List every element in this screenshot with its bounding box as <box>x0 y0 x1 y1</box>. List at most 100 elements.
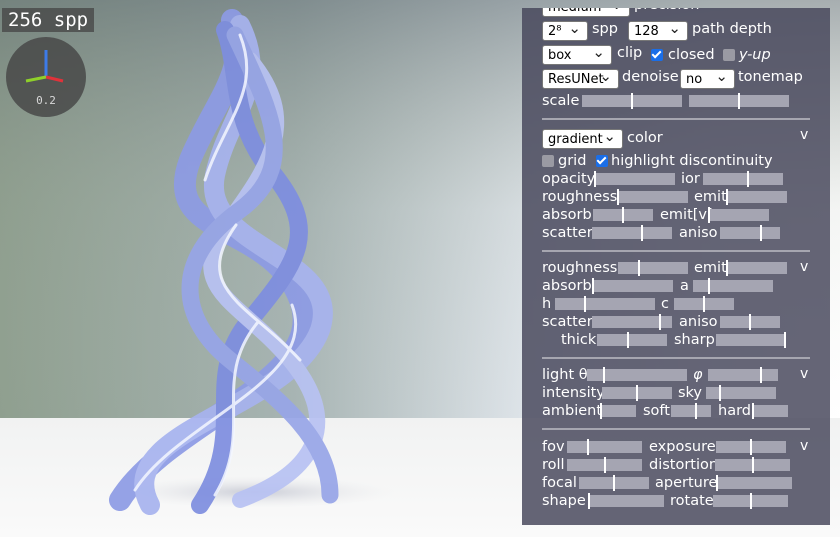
shape-slider[interactable] <box>588 493 664 509</box>
precision-select[interactable]: medium <box>542 8 630 17</box>
clip-label: clip <box>617 45 643 61</box>
light-section-collapse[interactable]: v <box>800 366 808 382</box>
material-absorb-slider[interactable] <box>592 278 673 294</box>
slider-thumb[interactable] <box>694 403 697 419</box>
exposure-slider[interactable] <box>716 439 786 455</box>
sharp-label: sharp <box>674 332 715 348</box>
slider-thumb[interactable] <box>613 475 615 491</box>
slider-thumb[interactable] <box>749 493 752 509</box>
scale-slider-2[interactable] <box>689 93 789 109</box>
material-scatter-slider[interactable] <box>592 314 672 330</box>
slider-thumb[interactable] <box>603 457 606 473</box>
emit-slider[interactable] <box>726 189 787 205</box>
color-label: color <box>627 130 663 146</box>
slider-thumb[interactable] <box>746 171 749 187</box>
slider-thumb[interactable] <box>622 207 624 223</box>
axis-gizmo[interactable]: 0.2 <box>6 37 86 117</box>
sky-slider[interactable] <box>706 385 776 401</box>
soft-label: soft <box>643 403 670 419</box>
slider-thumb[interactable] <box>584 296 586 312</box>
slider-thumb[interactable] <box>783 332 786 348</box>
color-section-collapse[interactable]: v <box>800 127 808 143</box>
material-section-collapse[interactable]: v <box>800 259 808 275</box>
aperture-slider[interactable] <box>716 475 792 491</box>
closed-checkbox[interactable] <box>651 49 663 61</box>
thick-slider[interactable] <box>597 332 667 348</box>
slider-thumb[interactable] <box>638 260 640 276</box>
a-slider[interactable] <box>693 278 773 294</box>
divider <box>542 118 810 120</box>
slider-thumb[interactable] <box>587 439 589 455</box>
material-roughness-slider[interactable] <box>618 260 688 276</box>
soft-slider[interactable] <box>671 403 711 419</box>
light-theta-slider[interactable] <box>587 367 687 383</box>
y-up-checkbox[interactable] <box>723 49 735 61</box>
material-aniso-slider[interactable] <box>720 314 780 330</box>
h-slider[interactable] <box>555 296 655 312</box>
slider-thumb[interactable] <box>719 385 721 401</box>
absorb-slider[interactable] <box>593 207 653 223</box>
slider-thumb[interactable] <box>626 332 629 348</box>
rotate-slider[interactable] <box>713 493 788 509</box>
slider-thumb[interactable] <box>594 171 596 187</box>
distortion-slider[interactable] <box>715 457 790 473</box>
hard-slider[interactable] <box>752 403 788 419</box>
hard-label: hard <box>718 403 751 419</box>
phi-slider[interactable] <box>708 367 778 383</box>
divider <box>542 357 810 359</box>
slider-thumb[interactable] <box>703 296 705 312</box>
slider-thumb[interactable] <box>716 475 718 491</box>
slider-thumb[interactable] <box>631 93 633 109</box>
slider-thumb[interactable] <box>659 314 661 330</box>
grid-checkbox[interactable] <box>542 155 554 167</box>
path-depth-select[interactable]: 128 <box>628 18 688 41</box>
highlight-discontinuity-checkbox[interactable] <box>596 155 608 167</box>
scale-slider-1[interactable] <box>582 93 682 109</box>
slider-thumb[interactable] <box>749 314 751 330</box>
slider-thumb[interactable] <box>636 385 638 401</box>
emit-v-slider[interactable] <box>708 207 769 223</box>
camera-section-collapse[interactable]: v <box>800 438 808 454</box>
grid-label: grid <box>558 153 587 169</box>
light-theta-label: light θ <box>542 367 588 383</box>
aniso-slider[interactable] <box>720 225 780 241</box>
slider-thumb[interactable] <box>708 207 710 223</box>
slider-thumb[interactable] <box>760 367 763 383</box>
scatter-slider[interactable] <box>592 225 672 241</box>
tonemap-select[interactable]: no <box>680 66 735 89</box>
spp-select[interactable]: 2⁸ <box>542 18 588 41</box>
material-emit-slider[interactable] <box>726 260 787 276</box>
color-mode-select[interactable]: gradient <box>542 126 623 149</box>
spp-counter: 256 spp <box>2 8 95 32</box>
slider-thumb[interactable] <box>726 189 728 205</box>
clip-select[interactable]: box <box>542 42 612 65</box>
slider-thumb[interactable] <box>738 93 740 109</box>
slider-thumb[interactable] <box>600 403 602 419</box>
slider-thumb[interactable] <box>588 493 590 509</box>
ambient-slider[interactable] <box>600 403 636 419</box>
focal-slider[interactable] <box>579 475 649 491</box>
slider-thumb[interactable] <box>752 403 754 419</box>
opacity-slider[interactable] <box>594 171 675 187</box>
slider-thumb[interactable] <box>603 367 605 383</box>
slider-thumb[interactable] <box>708 278 710 294</box>
slider-thumb[interactable] <box>617 189 619 205</box>
fov-slider[interactable] <box>567 439 642 455</box>
emit-label: emit <box>694 189 727 205</box>
sharp-slider[interactable] <box>716 332 786 348</box>
slider-thumb[interactable] <box>641 225 644 241</box>
intensity-slider[interactable] <box>602 385 672 401</box>
slider-thumb[interactable] <box>750 439 752 455</box>
slider-thumb[interactable] <box>759 225 762 241</box>
roll-slider[interactable] <box>567 457 642 473</box>
denoiser-select[interactable]: ResUNet <box>542 66 619 89</box>
slider-thumb[interactable] <box>751 457 754 473</box>
slider-thumb[interactable] <box>726 260 728 276</box>
focal-label: focal <box>542 475 577 491</box>
ior-slider[interactable] <box>703 171 783 187</box>
c-slider[interactable] <box>674 296 734 312</box>
fov-label: fov <box>542 439 565 455</box>
slider-thumb[interactable] <box>592 278 594 294</box>
roughness-slider[interactable] <box>617 189 688 205</box>
divider <box>542 250 810 252</box>
